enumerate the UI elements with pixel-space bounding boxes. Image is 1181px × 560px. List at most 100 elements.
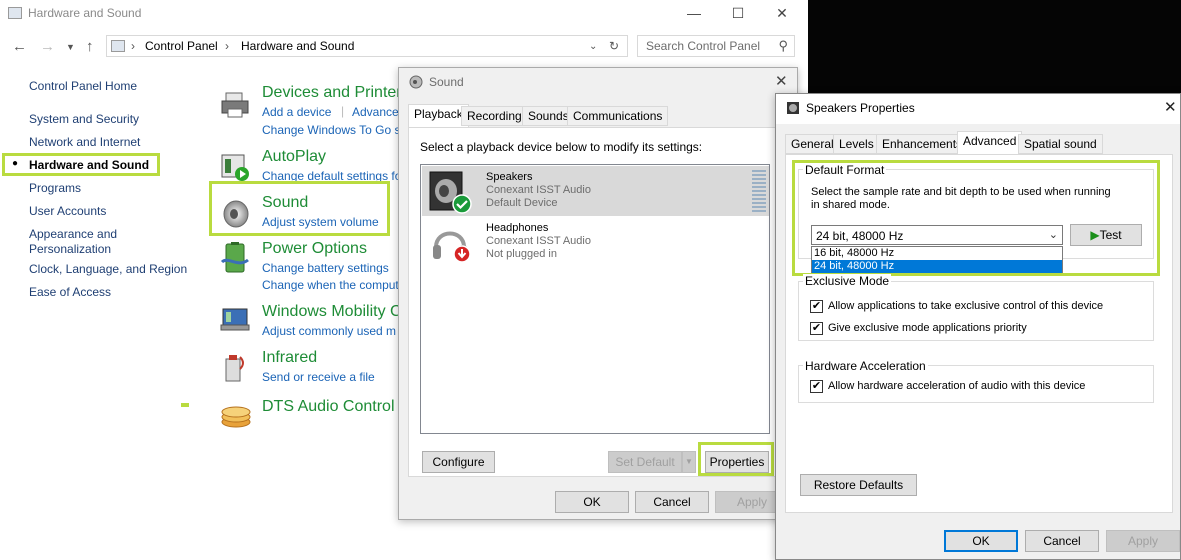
link-power-when[interactable]: Change when the comput — [262, 278, 399, 292]
category-title-sound[interactable]: Sound — [262, 194, 308, 212]
highlight-mark — [181, 403, 189, 407]
up-arrow-icon[interactable]: ↑ — [86, 38, 94, 55]
link-adjust-volume[interactable]: Adjust system volume — [262, 215, 379, 229]
breadcrumb-item[interactable]: Control Panel — [145, 39, 218, 53]
sidebar-item-hardware-sound[interactable]: Hardware and Sound — [29, 158, 149, 172]
speaker-icon — [220, 198, 252, 230]
tab-communications[interactable]: Communications — [567, 106, 669, 126]
apply-button[interactable]: Apply — [1106, 530, 1180, 552]
category-title-autoplay[interactable]: AutoPlay — [262, 148, 326, 166]
link-add-device[interactable]: Add a device — [262, 105, 331, 119]
properties-button[interactable]: Properties — [705, 451, 769, 473]
sidebar-item-programs[interactable]: Programs — [29, 181, 81, 195]
sidebar-item-ease-of-access[interactable]: Ease of Access — [29, 285, 111, 299]
cancel-button[interactable]: Cancel — [635, 491, 709, 513]
list-item[interactable]: Speakers Conexant ISST Audio Default Dev… — [422, 166, 769, 216]
highlight-box — [792, 160, 1160, 276]
checkbox-label: Give exclusive mode applications priorit… — [828, 322, 1027, 334]
category-title-dts[interactable]: DTS Audio Control P — [262, 398, 410, 416]
tab-recording[interactable]: Recording — [461, 106, 528, 126]
battery-icon — [220, 242, 252, 274]
dts-audio-icon — [220, 398, 252, 430]
device-status: Default Device — [486, 197, 558, 209]
group-label: Hardware Acceleration — [803, 359, 928, 373]
link-send-receive-file[interactable]: Send or receive a file — [262, 370, 375, 384]
list-item[interactable]: Headphones Conexant ISST Audio Not plugg… — [422, 217, 769, 267]
checkbox-label: Allow hardware acceleration of audio wit… — [828, 380, 1086, 392]
autoplay-icon — [220, 151, 252, 183]
background-video-area — [808, 0, 1181, 93]
recent-locations-icon[interactable]: ▼ — [66, 42, 75, 52]
sidebar-item-appearance[interactable]: Appearance and Personalization — [29, 227, 149, 257]
close-icon[interactable]: ✕ — [1164, 98, 1177, 116]
sound-dialog: Sound ✕ Playback Recording Sounds Commun… — [398, 67, 798, 520]
tab-general[interactable]: General — [785, 134, 840, 154]
link-battery-settings[interactable]: Change battery settings — [262, 261, 389, 275]
speakers-properties-dialog: Speakers Properties ✕ General Levels Enh… — [775, 93, 1181, 560]
link-mobility-settings[interactable]: Adjust commonly used m — [262, 324, 396, 338]
device-status: Not plugged in — [486, 248, 557, 260]
device-name: Headphones — [486, 222, 549, 234]
control-panel-icon — [8, 7, 22, 19]
set-default-button[interactable]: Set Default — [608, 451, 682, 473]
search-input[interactable]: Search Control Panel ⚲ — [637, 35, 795, 57]
infrared-icon — [220, 351, 252, 383]
restore-defaults-button[interactable]: Restore Defaults — [800, 474, 917, 496]
tab-advanced[interactable]: Advanced — [957, 131, 1023, 155]
chevron-down-icon[interactable]: ▼ — [682, 451, 696, 473]
address-bar[interactable]: › Control Panel › Hardware and Sound ⌄ ↻ — [106, 35, 628, 57]
ok-button[interactable]: OK — [944, 530, 1018, 552]
volume-meter — [752, 170, 766, 212]
minimize-icon[interactable]: — — [682, 4, 706, 22]
dialog-title: Speakers Properties — [806, 101, 915, 115]
tab-spatial-sound[interactable]: Spatial sound — [1018, 134, 1103, 154]
ok-button[interactable]: OK — [555, 491, 629, 513]
category-title-power[interactable]: Power Options — [262, 240, 367, 258]
device-driver: Conexant ISST Audio — [486, 235, 591, 247]
forward-arrow-icon[interactable]: → — [40, 38, 55, 55]
close-icon[interactable]: ✕ — [775, 72, 788, 90]
selected-bullet-icon: ● — [12, 158, 19, 169]
back-arrow-icon[interactable]: ← — [12, 38, 27, 55]
exclusive-priority-checkbox[interactable]: ✔ — [810, 322, 823, 335]
playback-panel: Select a playback device below to modify… — [408, 127, 790, 477]
mobility-icon — [220, 305, 252, 337]
window-title: Hardware and Sound — [8, 6, 141, 20]
configure-button[interactable]: Configure — [422, 451, 495, 473]
link-advanced[interactable]: Advance — [352, 105, 399, 119]
instruction-text: Select a playback device below to modify… — [420, 140, 703, 154]
sidebar-item-user-accounts[interactable]: User Accounts — [29, 204, 106, 218]
speaker-icon — [786, 101, 800, 115]
sidebar-item-network[interactable]: Network and Internet — [29, 135, 140, 149]
hardware-acceleration-checkbox[interactable]: ✔ — [810, 380, 823, 393]
group-label: Exclusive Mode — [803, 274, 892, 288]
tab-levels[interactable]: Levels — [833, 134, 880, 154]
category-title-mobility[interactable]: Windows Mobility C — [262, 303, 402, 321]
device-driver: Conexant ISST Audio — [486, 184, 591, 196]
category-title-devices[interactable]: Devices and Printers — [262, 84, 410, 102]
category-title-infrared[interactable]: Infrared — [262, 349, 317, 367]
device-list[interactable]: Speakers Conexant ISST Audio Default Dev… — [420, 164, 770, 434]
sidebar-item-home[interactable]: Control Panel Home — [29, 79, 137, 93]
advanced-panel: Default Format Select the sample rate an… — [785, 154, 1173, 513]
breadcrumb-item[interactable]: Hardware and Sound — [241, 39, 354, 53]
tab-playback[interactable]: Playback — [408, 104, 469, 128]
chevron-down-icon[interactable]: ⌄ — [589, 41, 597, 52]
checkbox-label: Allow applications to take exclusive con… — [828, 300, 1104, 312]
sidebar-item-system-security[interactable]: System and Security — [29, 112, 139, 126]
checkmark-badge-icon — [452, 194, 472, 214]
dialog-title: Sound — [429, 75, 464, 89]
sidebar-item-clock-region[interactable]: Clock, Language, and Region — [29, 262, 187, 276]
cancel-button[interactable]: Cancel — [1025, 530, 1099, 552]
exclusive-control-checkbox[interactable]: ✔ — [810, 300, 823, 313]
maximize-icon[interactable]: ☐ — [726, 4, 750, 22]
link-windows-to-go[interactable]: Change Windows To Go s — [262, 123, 401, 137]
control-panel-icon — [111, 40, 125, 52]
refresh-icon[interactable]: ↻ — [609, 39, 619, 53]
unplugged-badge-icon — [453, 245, 471, 263]
close-icon[interactable]: ✕ — [770, 4, 794, 22]
printer-icon — [220, 89, 252, 121]
speaker-icon — [409, 75, 423, 89]
tab-enhancements[interactable]: Enhancements — [876, 134, 969, 154]
search-icon: ⚲ — [778, 38, 788, 53]
